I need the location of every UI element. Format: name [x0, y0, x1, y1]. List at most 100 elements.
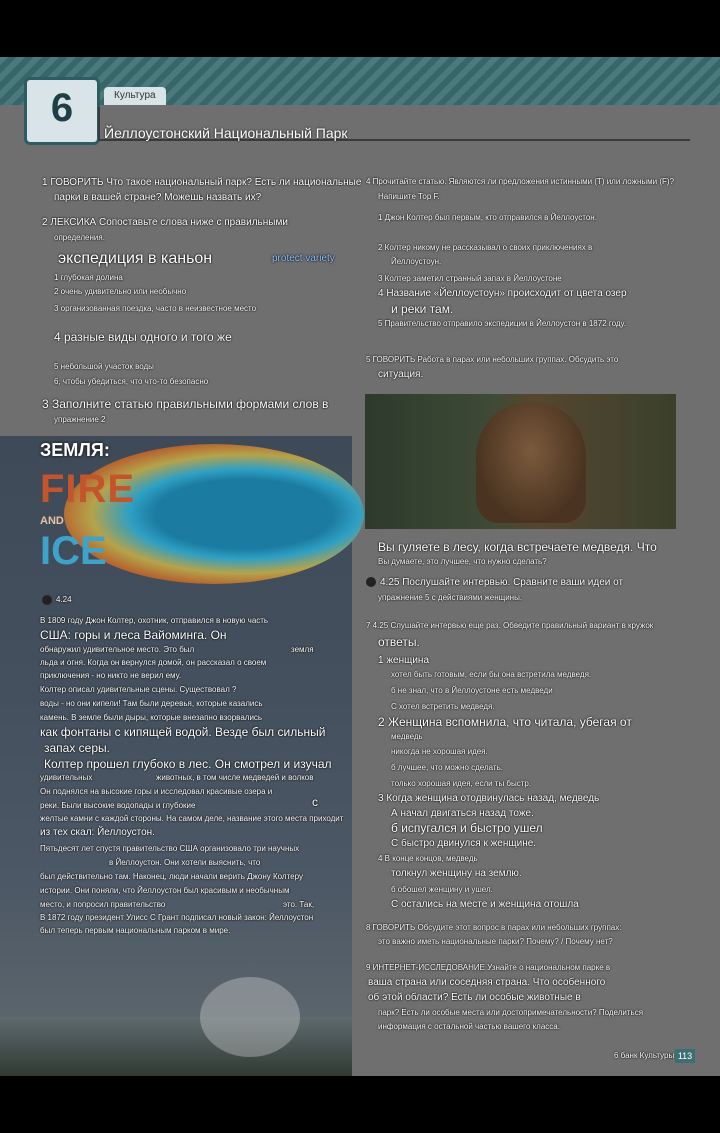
audio-label: 4.24: [56, 595, 72, 605]
bear-question: Вы гуляете в лесу, когда встречаете медв…: [378, 540, 657, 554]
tf-item-5: 5 Правительство отправило экспедиции в Й…: [378, 319, 626, 328]
unit-number: 6: [50, 86, 74, 130]
definition-5: 5 небольшой участок воды: [54, 362, 154, 371]
answer-2: 2 Женщина вспомнила, что читала, убегая …: [378, 715, 632, 729]
article-line: приключения - но никто не верил ему.: [40, 671, 182, 680]
article-line: камень. В земле были дыры, которые внеза…: [40, 713, 263, 722]
definition-6: 6, чтобы убедиться, что что-то безопасно: [54, 377, 209, 386]
q8-text: 8 ГОВОРИТЬ Обсудите этот вопрос в парах …: [366, 923, 622, 932]
answer-1b[interactable]: б не знал, что в Йеллоустоне есть медвед…: [391, 686, 553, 695]
q6-label: 4.25 Послушайте интервью. Сравните ваши …: [380, 577, 624, 588]
article-line-c: с: [312, 795, 318, 809]
article-line: льда и огня. Когда он вернулся домой, он…: [40, 658, 267, 667]
word-hint: protect variety: [272, 253, 335, 264]
article-earth-label: ЗЕМЛЯ:: [40, 440, 110, 460]
article-line-big: запах серы.: [44, 741, 110, 755]
q9-text-5: информация с остальной частью вашего кла…: [378, 1022, 560, 1031]
article-line: в Йеллоустон. Они хотели выяснить, что: [109, 858, 261, 867]
unit-badge: 6: [24, 77, 100, 145]
answer-2b: медведь: [391, 732, 423, 741]
q9-text-3: об этой области? Есть ли особые животные…: [368, 992, 581, 1003]
definition-1: 1 глубокая долина: [54, 273, 123, 282]
tf-item-4: 4 Название «Йеллоустоун» происходит от ц…: [378, 288, 627, 299]
tf-item-2: 2 Колтер никому не рассказывал о своих п…: [378, 243, 593, 252]
answer-2a-option[interactable]: никогда не хорошая идея.: [391, 747, 488, 756]
article-line: животных, в том числе медведей и волков: [156, 773, 314, 782]
article-line: удивительных: [40, 773, 93, 782]
answer-4b[interactable]: б обошел женщину и ушел.: [391, 885, 493, 894]
article-line: воды - но они кипели! Там были деревья, …: [40, 699, 263, 708]
article-line: был теперь первым национальным парком в …: [40, 926, 231, 935]
answer-3a[interactable]: А начал двигаться назад тоже.: [391, 808, 534, 819]
q1-text: 1 ГОВОРИТЬ Что такое национальный парк? …: [42, 177, 362, 188]
q3-text-2: упражнение 2: [54, 415, 106, 424]
article-line: истории. Они поняли, что Йеллоустон был …: [40, 886, 290, 895]
article-title-ice: ICE: [40, 529, 107, 573]
q9-text: 9 ИНТЕРНЕТ-ИССЛЕДОВАНИЕ Узнайте о национ…: [366, 963, 611, 972]
answer-4a[interactable]: толкнул женщину на землю.: [391, 868, 522, 879]
article-line: желтые камни с каждой стороны. На самом …: [40, 814, 344, 823]
headphones-icon: [42, 595, 52, 605]
tf-item-1: 1 Джон Колтер был первым, кто отправился…: [378, 213, 597, 222]
page-title: Йеллоустонский Национальный Парк: [104, 125, 348, 141]
tf-item-2b: Йеллоустоун.: [391, 257, 442, 266]
article-line: место, и попросил правительство: [40, 900, 166, 909]
q7-text: 7 4.25 Слушайте интервью еще раз. Обведи…: [366, 621, 654, 630]
section-tab: Культура: [104, 87, 166, 105]
q4-text: 4 Прочитайте статью. Являются ли предлож…: [366, 177, 675, 186]
q6-text-2: упражнение 5 с действиями женщины.: [378, 593, 523, 602]
article-line: Колтер описал удивительные сцены. Сущест…: [40, 685, 237, 694]
article-line: реки. Были высокие водопады и глубокие: [40, 801, 196, 810]
q7-text-2: ответы.: [378, 635, 420, 649]
definition-3: 3 организованная поездка, часто в неизве…: [54, 304, 257, 313]
answer-3b[interactable]: б испугался и быстро ушел: [391, 821, 543, 835]
audio-track[interactable]: 4.24: [42, 595, 72, 605]
answer-1c[interactable]: С хотел встретить медведя.: [391, 702, 495, 711]
textbook-page: 6 Культура Йеллоустонский Национальный П…: [0, 57, 720, 1076]
q6-text[interactable]: 4.25 Послушайте интервью. Сравните ваши …: [366, 577, 623, 588]
geyser-image: [0, 977, 352, 1076]
answer-1: 1 женщина: [378, 655, 430, 666]
tf-item-4b: и реки там.: [391, 302, 454, 316]
q8-text-2: это важно иметь национальные парки? Поче…: [378, 937, 613, 946]
definition-2: 2 очень удивительно или необычно: [54, 287, 187, 296]
hot-spring-image: [64, 444, 364, 584]
q2-text-2: определения.: [54, 233, 105, 242]
answer-4c[interactable]: С остались на месте и женщина отошла: [391, 899, 579, 910]
article-line: В 1809 году Джон Колтер, охотник, отправ…: [40, 616, 269, 625]
answer-4: 4 В конце концов, медведь: [378, 854, 478, 863]
article-line: это. Так,: [283, 900, 315, 909]
article-line: обнаружил удивительное место. Это был: [40, 645, 195, 654]
headphones-icon: [366, 577, 376, 588]
article-line: Пятьдесят лет спустя правительство США о…: [40, 844, 300, 853]
answer-3: 3 Когда женщина отодвинулась назад, медв…: [378, 793, 600, 804]
answer-2b-option[interactable]: б лучшее, что можно сделать.: [391, 763, 503, 772]
article-title-and: AND: [40, 515, 64, 527]
q4-text-2: Напишите Тор F.: [378, 192, 440, 201]
answer-1a[interactable]: хотел быть готовым, если бы она встретил…: [391, 670, 591, 679]
article-line: Он поднялся на высокие горы и исследовал…: [40, 787, 273, 796]
answer-2c-option[interactable]: только хорошая идея, если ты быстр.: [391, 779, 531, 788]
q2-text: 2 ЛЕКСИКА Сопоставьте слова ниже с прави…: [42, 217, 288, 228]
q5-text-2: ситуация.: [378, 369, 424, 380]
definition-4: 4 разные виды одного и того же: [54, 330, 232, 344]
article-line-big: как фонтаны с кипящей водой. Везде был с…: [40, 725, 326, 739]
page-number: 113: [675, 1049, 695, 1063]
article-line-big: из тех скал: Йеллоустон.: [40, 827, 155, 838]
article-line: В 1872 году президент Улисс С Грант подп…: [40, 913, 314, 922]
answer-3c[interactable]: С быстро двинулся к женщине.: [391, 838, 536, 849]
q9-text-2: ваша страна или соседняя страна. Что осо…: [368, 977, 606, 988]
bear-question-2: Вы думаете, это лучшее, что нужно сделат…: [378, 557, 547, 566]
article-title-fire: FIRE: [40, 467, 136, 511]
q5-text: 5 ГОВОРИТЬ Работа в парах или небольших …: [366, 355, 619, 364]
tf-item-3: 3 Колтер заметил странный запах в Йеллоу…: [378, 274, 562, 283]
article-line: земля: [291, 645, 314, 654]
q9-text-4: парк? Есть ли особые места или достоприм…: [378, 1008, 644, 1017]
q3-text: 3 Заполните статью правильными формами с…: [42, 397, 329, 411]
footer-label: 6 банк Культуры: [614, 1051, 675, 1060]
article-line: был действительно там. Наконец, люди нач…: [40, 872, 303, 881]
article-line-big: Колтер прошел глубоко в лес. Он смотрел …: [44, 757, 332, 771]
big-word-1: экспедиция в каньон: [58, 250, 213, 267]
q1-text-2: парки в вашей стране? Можешь назвать их?: [54, 192, 262, 203]
bear-figure: [476, 403, 586, 523]
